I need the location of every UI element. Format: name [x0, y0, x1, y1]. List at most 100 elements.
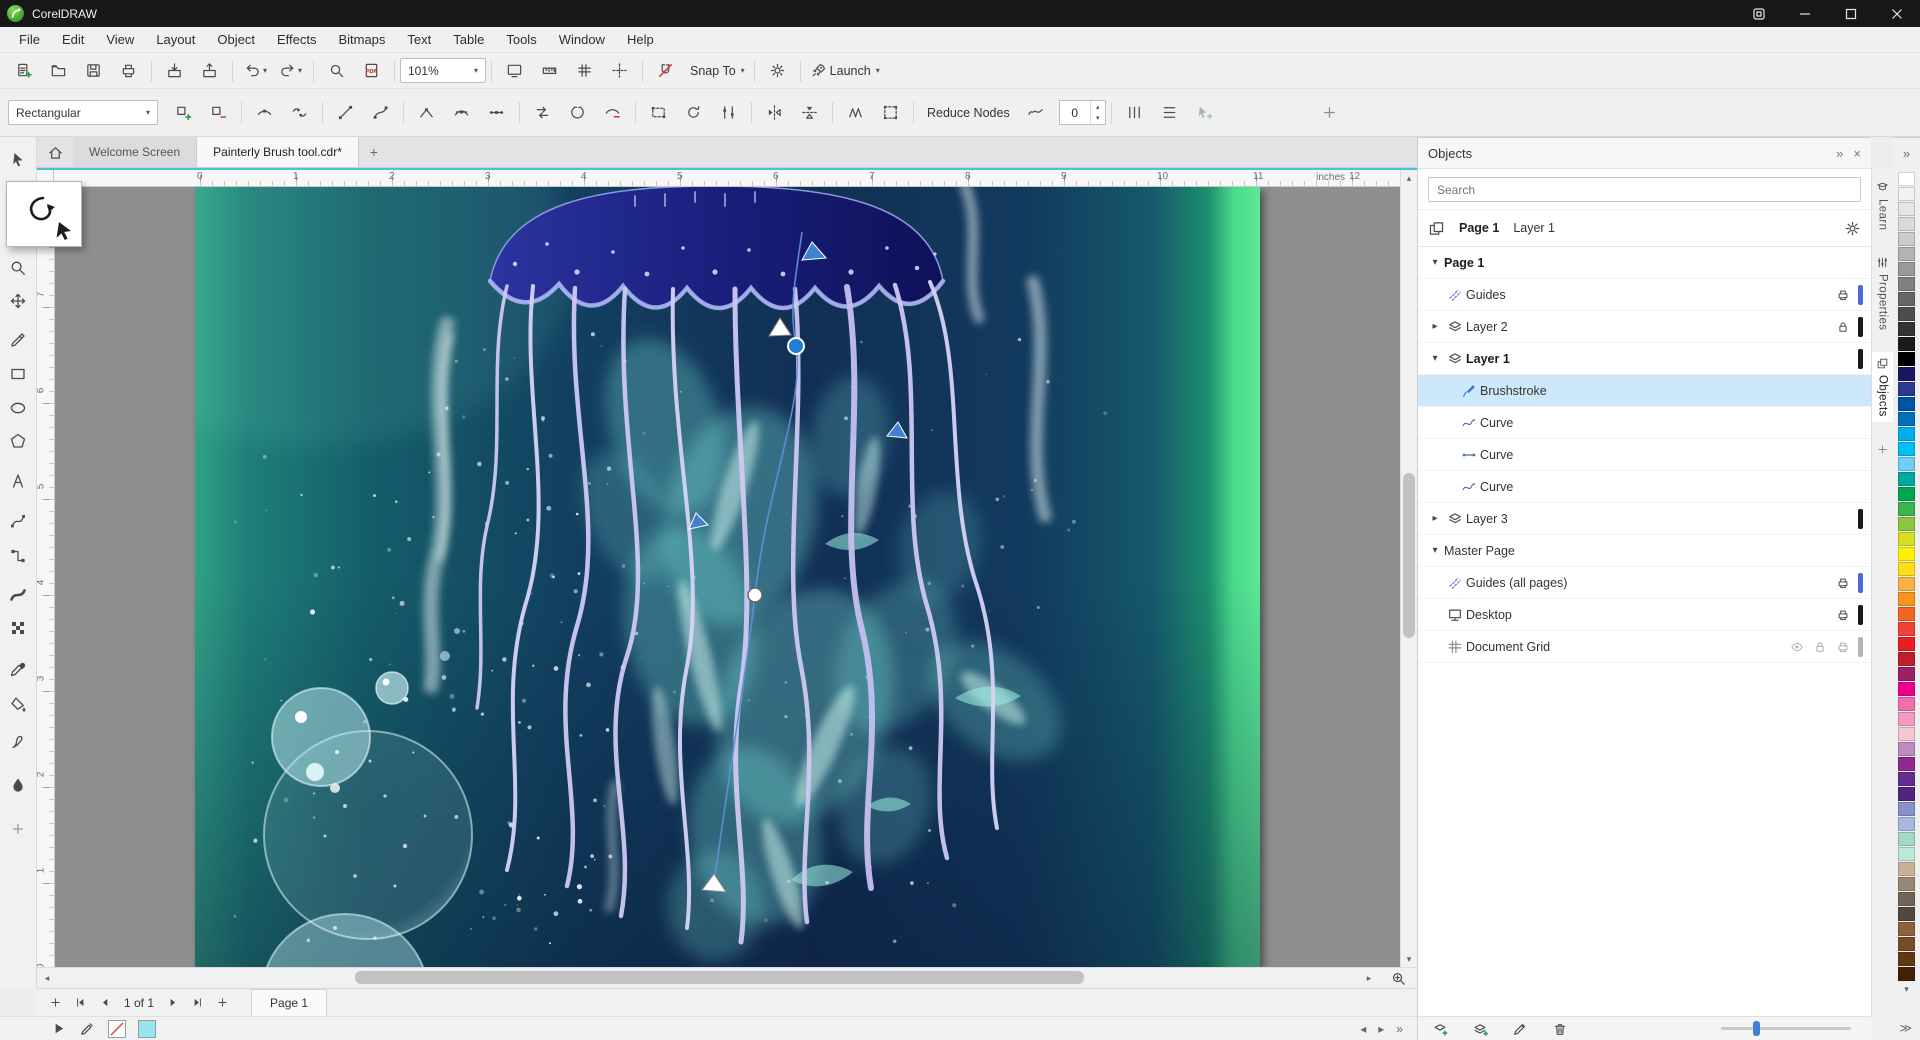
vertical-scrollbar[interactable]: ▴ ▾	[1400, 170, 1417, 967]
previous-page-button[interactable]	[93, 992, 118, 1014]
palette-swatch[interactable]	[1898, 637, 1915, 651]
horizontal-scroll-thumb[interactable]	[355, 971, 1084, 984]
rotate-nodes-button[interactable]	[677, 99, 710, 126]
new-tab-button[interactable]: +	[359, 137, 389, 167]
objects-search-input[interactable]	[1428, 177, 1861, 202]
snap-off-button[interactable]	[649, 57, 682, 84]
smoothness-stepper[interactable]: ▴▾	[1090, 101, 1105, 124]
palette-swatch[interactable]	[1898, 202, 1915, 216]
palette-swatch[interactable]	[1898, 772, 1915, 786]
palette-swatch[interactable]	[1898, 937, 1915, 951]
smoothness-spinner[interactable]: 0▴▾	[1059, 100, 1106, 125]
palette-swatch[interactable]	[1898, 682, 1915, 696]
palette-scroll-left-icon[interactable]: ◂	[1360, 1022, 1366, 1036]
add-tools-button[interactable]	[3, 814, 33, 844]
convert-to-line-button[interactable]	[329, 99, 362, 126]
undo-button[interactable]: ▾	[239, 57, 272, 84]
layer-color-bar[interactable]	[1858, 509, 1863, 529]
tree-item-curve[interactable]: Curve	[1418, 439, 1871, 471]
join-nodes-button[interactable]	[248, 99, 281, 126]
snap-to-button[interactable]: Snap To▾	[684, 57, 748, 84]
import-button[interactable]	[158, 57, 191, 84]
close-curve-button[interactable]	[561, 99, 594, 126]
palette-swatch[interactable]	[1898, 907, 1915, 921]
palette-swatch[interactable]	[1898, 532, 1915, 546]
pick-tool[interactable]	[3, 145, 33, 175]
collapse-icon[interactable]: ▾	[1426, 257, 1444, 268]
palette-swatch[interactable]	[1898, 322, 1915, 336]
edit-layer-button[interactable]	[1507, 1019, 1533, 1039]
tree-item-guides[interactable]: Guides	[1418, 279, 1871, 311]
objects-settings-button[interactable]	[1844, 220, 1861, 237]
drawing-page[interactable]	[195, 186, 1260, 967]
search-content-button[interactable]	[320, 57, 353, 84]
show-rulers-button[interactable]	[533, 57, 566, 84]
menu-effects[interactable]: Effects	[266, 27, 328, 52]
minimize-button[interactable]	[1782, 0, 1828, 27]
smear-tool[interactable]	[3, 727, 33, 757]
tree-item-curve[interactable]: Curve	[1418, 407, 1871, 439]
printer-icon[interactable]	[1836, 576, 1850, 590]
palette-swatch[interactable]	[1898, 727, 1915, 741]
palette-swatch[interactable]	[1898, 307, 1915, 321]
palette-swatch[interactable]	[1898, 352, 1915, 366]
palette-swatch[interactable]	[1898, 292, 1915, 306]
canvas-viewport[interactable]	[54, 186, 1400, 967]
document-tab-painterly-brush-tool-cdr[interactable]: Painterly Brush tool.cdr*	[197, 137, 359, 167]
fill-color-swatch[interactable]	[138, 1020, 156, 1038]
ellipse-tool[interactable]	[3, 393, 33, 423]
horizontal-scrollbar[interactable]: ◂ ▸	[37, 967, 1417, 988]
palette-swatch[interactable]	[1898, 757, 1915, 771]
palette-swatch[interactable]	[1898, 847, 1915, 861]
zoom-tool[interactable]	[3, 253, 33, 283]
layer-color-bar[interactable]	[1858, 317, 1863, 337]
palette-swatch[interactable]	[1898, 442, 1915, 456]
first-page-button[interactable]	[68, 992, 93, 1014]
no-color-swatch[interactable]	[108, 1020, 126, 1038]
tree-item-curve[interactable]: Curve	[1418, 471, 1871, 503]
free-transform-tool[interactable]	[3, 286, 33, 316]
printer-icon[interactable]	[1836, 608, 1850, 622]
menu-file[interactable]: File	[8, 27, 51, 52]
thumbnail-size-slider[interactable]	[1721, 1027, 1851, 1030]
menu-edit[interactable]: Edit	[51, 27, 95, 52]
status-expander-icon[interactable]	[50, 1020, 67, 1037]
palette-swatch[interactable]	[1898, 832, 1915, 846]
text-tool[interactable]	[3, 466, 33, 496]
palette-more-icon[interactable]: ≫	[1899, 1021, 1912, 1035]
save-button[interactable]	[77, 57, 110, 84]
palette-swatch[interactable]	[1898, 892, 1915, 906]
reflect-nodes-vertically-button[interactable]	[793, 99, 826, 126]
page-tab[interactable]: Page 1	[251, 989, 327, 1016]
palette-swatch[interactable]	[1898, 592, 1915, 606]
expand-icon[interactable]: ▸	[1426, 513, 1444, 524]
full-screen-preview-button[interactable]	[498, 57, 531, 84]
docker-tab-objects[interactable]: Objects	[1872, 352, 1893, 422]
palette-swatch[interactable]	[1898, 487, 1915, 501]
document-tab-welcome-screen[interactable]: Welcome Screen	[73, 137, 197, 167]
palette-swatch[interactable]	[1898, 217, 1915, 231]
palette-swatch[interactable]	[1898, 922, 1915, 936]
palette-swatch[interactable]	[1898, 247, 1915, 261]
layer-color-bar[interactable]	[1858, 605, 1863, 625]
preset-combo[interactable]: Rectangular▾	[8, 100, 158, 125]
palette-swatch[interactable]	[1898, 697, 1915, 711]
lock-icon[interactable]	[1813, 640, 1827, 654]
layer-color-bar[interactable]	[1858, 573, 1863, 593]
palette-swatch[interactable]	[1898, 277, 1915, 291]
eye-icon[interactable]	[1790, 640, 1804, 654]
menu-bitmaps[interactable]: Bitmaps	[327, 27, 396, 52]
interactive-fill-tool[interactable]	[3, 770, 33, 800]
palette-swatch[interactable]	[1898, 472, 1915, 486]
palette-options-icon[interactable]: »	[1903, 146, 1910, 161]
menu-tools[interactable]: Tools	[495, 27, 547, 52]
palette-swatch[interactable]	[1898, 427, 1915, 441]
palette-swatch[interactable]	[1898, 457, 1915, 471]
convert-to-curve-button[interactable]	[364, 99, 397, 126]
menu-text[interactable]: Text	[396, 27, 442, 52]
launch-button[interactable]: Launch▾	[807, 57, 883, 84]
menu-layout[interactable]: Layout	[145, 27, 206, 52]
open-button[interactable]	[42, 57, 75, 84]
bezier-tool[interactable]	[3, 506, 33, 536]
menu-object[interactable]: Object	[206, 27, 266, 52]
